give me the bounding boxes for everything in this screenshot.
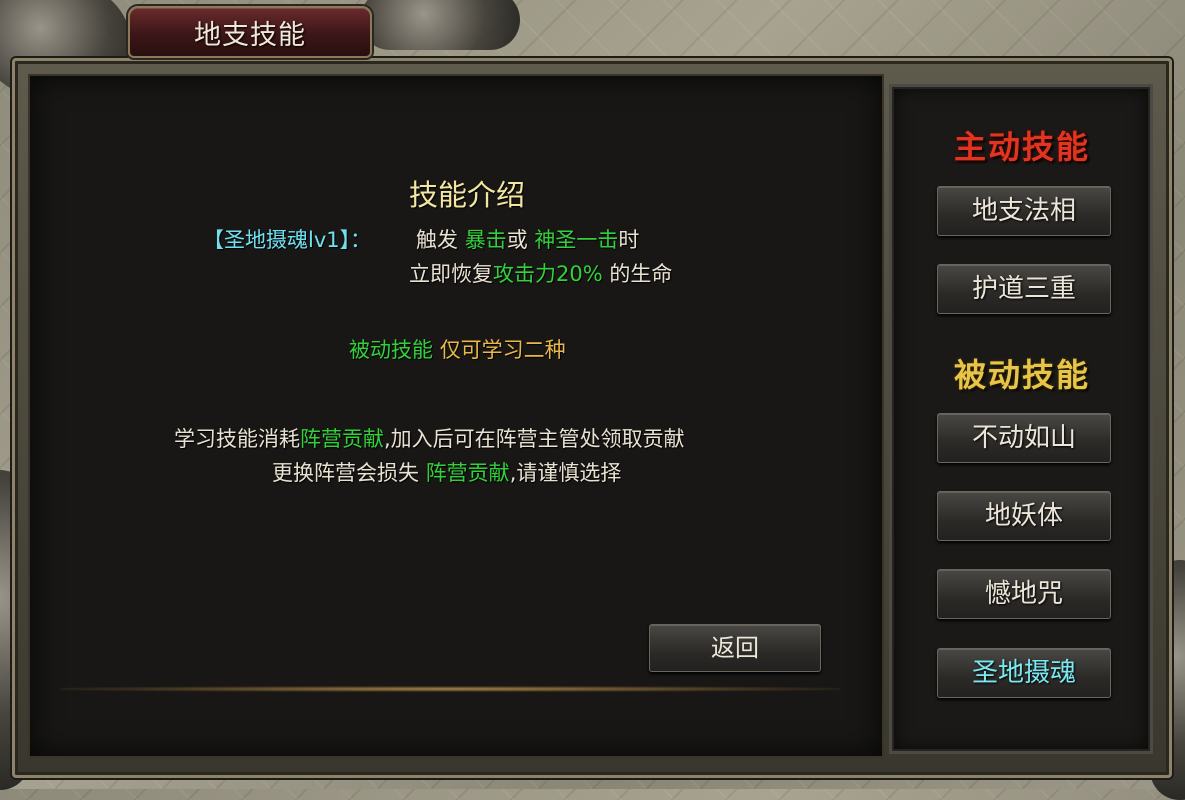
passive-note: 被动技能 仅可学习二种 <box>349 334 566 364</box>
skill-button-diyao-ti[interactable]: 地妖体 <box>937 491 1111 541</box>
passive-label: 被动技能 <box>349 338 433 362</box>
skill-name: 【圣地摄魂lv1】： <box>203 228 372 252</box>
back-button[interactable]: 返回 <box>649 624 821 672</box>
text: ,请谨慎选择 <box>509 461 622 485</box>
skill-button-hudao-sanchong[interactable]: 护道三重 <box>937 264 1111 314</box>
highlight-contribution: 阵营贡献 <box>425 461 510 485</box>
text: 更换阵营会损失 <box>272 461 419 485</box>
active-skills-title: 主动技能 <box>953 128 1090 166</box>
highlight-holy-strike: 神圣一击 <box>534 228 619 252</box>
highlight-contribution: 阵营贡献 <box>300 427 384 451</box>
intro-heading: 技能介绍 <box>409 178 526 212</box>
cost-line-1: 学习技能消耗阵营贡献,加入后可在阵营主管处领取贡献 <box>174 423 685 453</box>
text: 学习技能消耗 <box>174 427 300 451</box>
text: 时 <box>618 228 640 252</box>
text: ,加入后可在阵营主管处领取贡献 <box>384 427 685 451</box>
effect-line-1: 触发 暴击或 神圣一击时 <box>416 224 639 254</box>
skill-button-budong-rushan[interactable]: 不动如山 <box>937 413 1111 463</box>
highlight-attack: 攻击力20% <box>493 262 603 286</box>
window-title: 地支技能 <box>194 19 306 51</box>
skill-button-shengdi-shehun[interactable]: 圣地摄魂 <box>937 648 1111 698</box>
text: 或 <box>506 228 528 252</box>
cost-line-2: 更换阵营会损失 阵营贡献,请谨慎选择 <box>272 457 621 487</box>
effect-line-2: 立即恢复攻击力20% 的生命 <box>409 258 672 288</box>
text: 立即恢复 <box>409 262 493 286</box>
window-title-tab: 地支技能 <box>128 6 372 58</box>
highlight-crit: 暴击 <box>464 228 507 252</box>
text: 触发 <box>416 228 458 252</box>
divider-glow <box>60 686 840 692</box>
dragon-ornament <box>360 0 520 50</box>
skill-button-handi-zhou[interactable]: 憾地咒 <box>937 569 1111 619</box>
text: 的生命 <box>609 262 673 286</box>
skill-button-dizhi-faxiang[interactable]: 地支法相 <box>937 186 1111 236</box>
passive-skills-title: 被动技能 <box>953 356 1090 394</box>
passive-limit: 仅可学习二种 <box>439 338 566 362</box>
